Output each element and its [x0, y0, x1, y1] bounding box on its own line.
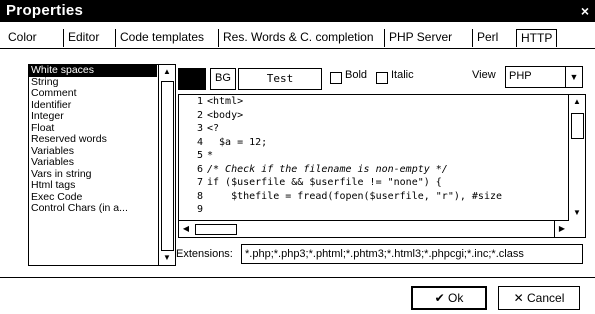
- tab-color[interactable]: Color: [4, 29, 41, 47]
- color-swatch[interactable]: [178, 68, 206, 90]
- code-line: /* Check if the filename is non-empty */: [207, 163, 448, 175]
- code-line: *: [207, 150, 214, 161]
- line-number-gutter: 1 2 3 4 5 6 7 8 9: [179, 95, 205, 220]
- list-item[interactable]: White spaces: [29, 65, 157, 77]
- line-number: 6: [196, 163, 203, 175]
- extensions-label: Extensions:: [176, 248, 233, 260]
- italic-checkbox[interactable]: [376, 72, 388, 84]
- list-item[interactable]: Exec Code: [29, 192, 157, 204]
- tab-res-words[interactable]: Res. Words & C. completion: [218, 29, 378, 47]
- ok-button[interactable]: ✔ Ok: [411, 286, 487, 310]
- list-item[interactable]: Variables: [29, 146, 157, 158]
- editor-scroll-thumb[interactable]: [571, 113, 584, 139]
- line-number: 2: [196, 109, 203, 121]
- chevron-down-icon[interactable]: ▼: [565, 67, 582, 87]
- line-number: 3: [196, 123, 203, 134]
- title-bar[interactable]: Properties ×: [0, 0, 595, 22]
- scroll-up-icon[interactable]: ▲: [159, 65, 175, 79]
- list-item[interactable]: Reserved words: [29, 134, 157, 146]
- view-select[interactable]: PHP ▼: [505, 66, 583, 88]
- properties-dialog: Properties × Color Editor Code templates…: [0, 0, 595, 314]
- code-line: <?: [207, 123, 220, 134]
- code-line: $a = 12;: [207, 136, 268, 148]
- tab-code-templates[interactable]: Code templates: [115, 29, 208, 47]
- code-area[interactable]: <html> <body> <? $a = 12; * /* Check if the …: [207, 95, 567, 220]
- scroll-right-icon[interactable]: ▶: [554, 221, 569, 237]
- line-number: 5: [196, 150, 203, 161]
- test-preview: Test: [238, 68, 322, 90]
- extensions-input[interactable]: *.php;*.php3;*.phtml;*.phtm3;*.html3;*.p…: [241, 244, 583, 264]
- line-number: 9: [196, 204, 203, 215]
- code-line: <html>: [207, 96, 244, 107]
- list-item[interactable]: Integer: [29, 111, 157, 123]
- list-item[interactable]: Identifier: [29, 100, 157, 112]
- code-line: if ($userfile && $userfile != "none") {: [207, 177, 442, 188]
- list-item[interactable]: Float: [29, 123, 157, 135]
- tab-php-server[interactable]: PHP Server: [384, 29, 456, 47]
- view-label: View: [472, 69, 496, 81]
- cancel-button[interactable]: ✕ Cancel: [498, 286, 580, 310]
- bold-checkbox[interactable]: [330, 72, 342, 84]
- close-icon[interactable]: ×: [581, 3, 589, 19]
- list-item[interactable]: Html tags: [29, 180, 157, 192]
- scroll-down-icon[interactable]: ▼: [159, 251, 175, 265]
- list-item[interactable]: Control Chars (in a...: [29, 203, 157, 215]
- window-title: Properties: [6, 2, 84, 19]
- bg-button[interactable]: BG: [210, 68, 236, 90]
- view-value: PHP: [509, 70, 532, 82]
- tab-bar: Color Editor Code templates Res. Words &…: [0, 26, 595, 49]
- code-line: $thefile = fread(fopen($userfile, "r"), …: [207, 190, 503, 202]
- code-line: <body>: [207, 109, 244, 121]
- list-item[interactable]: Variables: [29, 157, 157, 169]
- editor-vertical-scrollbar[interactable]: ▲ ▼: [568, 95, 585, 220]
- list-item[interactable]: Vars in string: [29, 169, 157, 181]
- line-number: 1: [196, 96, 203, 107]
- italic-label: Italic: [391, 69, 414, 81]
- syntax-element-list[interactable]: White spaces String Comment Identifier Integ…: [28, 64, 176, 266]
- editor-scroll-down-icon[interactable]: ▼: [569, 206, 585, 220]
- editor-scroll-up-icon[interactable]: ▲: [569, 95, 585, 109]
- list-item[interactable]: Comment: [29, 88, 157, 100]
- code-preview-editor[interactable]: 1 2 3 4 5 6 7 8 9 <html> <body> <? $a = 12; * /* Che…: [178, 94, 586, 238]
- tab-editor[interactable]: Editor: [63, 29, 103, 47]
- scroll-left-icon[interactable]: ◀: [179, 221, 193, 237]
- tab-perl[interactable]: Perl: [472, 29, 502, 47]
- tab-http[interactable]: HTTP: [516, 29, 558, 47]
- list-item[interactable]: String: [29, 77, 157, 89]
- divider: [0, 277, 595, 278]
- line-number: 7: [196, 177, 203, 188]
- extensions-value: *.php;*.php3;*.phtml;*.phtm3;*.html3;*.p…: [245, 248, 524, 260]
- scroll-thumb[interactable]: [161, 81, 174, 251]
- editor-hscroll-thumb[interactable]: [195, 224, 237, 235]
- bold-label: Bold: [345, 69, 368, 81]
- list-scrollbar[interactable]: ▲ ▼: [158, 65, 175, 265]
- line-number: 4: [196, 136, 203, 148]
- editor-horizontal-scrollbar[interactable]: ◀ ▶: [179, 220, 569, 237]
- line-number: 8: [196, 190, 203, 202]
